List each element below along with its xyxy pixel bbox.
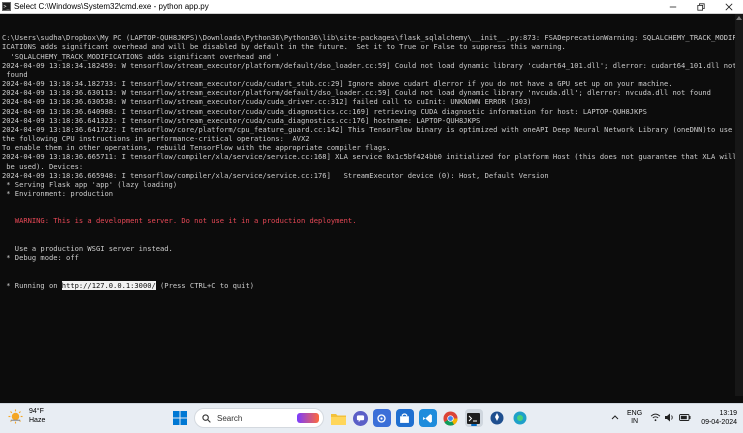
browser-app-button[interactable] bbox=[511, 409, 529, 427]
close-button[interactable] bbox=[715, 0, 743, 14]
server-url-link[interactable]: http://127.0.0.1:3000/ bbox=[61, 280, 156, 290]
console-line: C:\Users\sudha\Dropbox\My PC (LAPTOP-QUH… bbox=[2, 33, 735, 43]
active-app-indicator bbox=[470, 424, 477, 426]
battery-icon bbox=[679, 413, 691, 421]
python-app-button[interactable] bbox=[488, 409, 506, 427]
wifi-status-button[interactable] bbox=[650, 413, 661, 424]
teams-chat-button[interactable] bbox=[352, 410, 368, 426]
store-icon bbox=[400, 412, 409, 423]
start-button[interactable] bbox=[171, 409, 189, 427]
speaker-icon bbox=[665, 413, 673, 421]
console-line: Use a production WSGI server instead. bbox=[2, 243, 173, 253]
window-titlebar[interactable]: >_ Select C:\Windows\System32\cmd.exe - … bbox=[0, 0, 743, 14]
windows-logo-icon bbox=[172, 411, 187, 425]
console-line: the following CPU instructions in perfor… bbox=[2, 134, 310, 144]
weather-widget[interactable]: 94°F Haze bbox=[8, 407, 45, 425]
minimize-button[interactable] bbox=[659, 0, 687, 14]
chat-icon bbox=[356, 414, 364, 422]
file-explorer-button[interactable] bbox=[330, 409, 348, 427]
lang-code: ENG bbox=[627, 410, 643, 417]
console-line: * Environment: production bbox=[2, 188, 114, 198]
clock-time: 13:19 bbox=[719, 410, 737, 417]
console-line: 2024-04-09 13:18:36.630538: W tensorflow… bbox=[2, 97, 532, 107]
weather-desc: Haze bbox=[29, 417, 46, 424]
console-lines-after: Use a production WSGI server instead. * … bbox=[2, 244, 735, 262]
window-title: Select C:\Windows\System32\cmd.exe - pyt… bbox=[14, 2, 209, 11]
console-scrollbar[interactable] bbox=[735, 14, 743, 396]
wifi-icon bbox=[650, 413, 661, 421]
console-line: found bbox=[2, 69, 28, 79]
console-line: 2024-04-09 13:18:36.641323: I tensorflow… bbox=[2, 115, 481, 125]
console-line: 2024-04-09 13:18:34.182733: I tensorflow… bbox=[2, 79, 673, 89]
sun-haze-icon bbox=[8, 408, 23, 424]
show-hidden-icons-button[interactable] bbox=[611, 414, 619, 422]
restore-button[interactable] bbox=[687, 0, 715, 14]
terminal-icon bbox=[467, 412, 480, 424]
terminal-app-button[interactable] bbox=[464, 409, 483, 427]
console-line: 2024-04-09 13:18:34.182459: W tensorflow… bbox=[2, 60, 735, 70]
lang-region: IN bbox=[631, 418, 639, 425]
vscode-app-button[interactable] bbox=[418, 409, 437, 427]
taskbar-search-box[interactable]: Search bbox=[194, 408, 324, 428]
folder-icon bbox=[331, 413, 346, 425]
edge-icon bbox=[513, 411, 526, 425]
weather-temp: 94°F bbox=[29, 408, 44, 415]
console-line: 2024-04-09 13:18:36.640988: I tensorflow… bbox=[2, 106, 647, 116]
console-line: * Debug mode: off bbox=[2, 253, 79, 263]
running-prefix: * Running on bbox=[2, 280, 62, 290]
console-running-line: * Running on http://127.0.0.1:3000/ (Pre… bbox=[2, 280, 735, 290]
console-line: 2024-04-09 13:18:36.630113: W tensorflow… bbox=[2, 88, 711, 98]
running-suffix: (Press CTRL+C to quit) bbox=[155, 280, 254, 290]
console-line: * Serving Flask app 'app' (lazy loading) bbox=[2, 179, 178, 189]
store-app-button[interactable] bbox=[395, 409, 414, 427]
code-editor-icon bbox=[423, 413, 432, 423]
taskbar-apps: Search bbox=[168, 406, 531, 430]
scroll-up-arrow-icon[interactable] bbox=[736, 16, 742, 20]
system-tray: ENG IN 13:19 09-04-2024 bbox=[609, 405, 737, 431]
photos-app-button[interactable] bbox=[372, 409, 391, 427]
chrome-icon bbox=[443, 410, 458, 426]
battery-button[interactable] bbox=[679, 413, 691, 423]
console-bottom-area bbox=[0, 396, 743, 403]
console-warning-line: WARNING: This is a development server. D… bbox=[2, 216, 357, 226]
console-line: 'SQLALCHEMY_TRACK_MODIFICATIONS adds sig… bbox=[2, 51, 280, 61]
search-label: Search bbox=[217, 413, 243, 423]
input-language-indicator[interactable]: ENG IN bbox=[627, 410, 642, 426]
volume-button[interactable] bbox=[665, 413, 675, 424]
console-line: 2024-04-09 13:18:36.641722: I tensorflow… bbox=[2, 124, 733, 134]
cmd-app-icon: >_ bbox=[2, 2, 11, 11]
photos-icon bbox=[377, 413, 386, 423]
console-lines: C:\Users\sudha\Dropbox\My PC (LAPTOP-QUH… bbox=[2, 33, 735, 198]
console-line: 2024-04-09 13:18:36.665711: I tensorflow… bbox=[2, 152, 735, 162]
restore-icon bbox=[697, 2, 705, 11]
chrome-app-button[interactable] bbox=[442, 409, 460, 427]
python-rocket-icon bbox=[490, 411, 503, 425]
search-highlight-icon bbox=[297, 413, 319, 423]
clock-date: 09-04-2024 bbox=[701, 419, 737, 426]
taskbar-clock[interactable]: 13:19 09-04-2024 bbox=[701, 409, 737, 427]
console-line: To enable them in other operations, rebu… bbox=[2, 143, 391, 153]
console-line: ICATIONS adds significant overhead and w… bbox=[2, 42, 566, 52]
console-output[interactable]: C:\Users\sudha\Dropbox\My PC (LAPTOP-QUH… bbox=[0, 14, 735, 396]
close-icon bbox=[725, 3, 733, 10]
minimize-icon bbox=[669, 6, 677, 7]
search-icon bbox=[202, 413, 211, 423]
chevron-up-icon bbox=[611, 415, 619, 420]
console-line: 2024-04-09 13:18:36.665948: I tensorflow… bbox=[2, 170, 549, 180]
console-line: be used). Devices: bbox=[2, 161, 84, 171]
